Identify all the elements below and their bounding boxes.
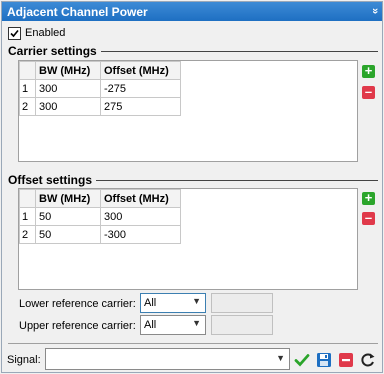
enabled-checkbox-row[interactable]: Enabled [8, 26, 65, 40]
offset-section-divider [94, 180, 378, 181]
upper-reference-field [211, 315, 273, 335]
row-index: 1 [19, 79, 36, 98]
table-row[interactable]: 2 50 -300 [19, 225, 181, 244]
lower-reference-label: Lower reference carrier: [19, 298, 136, 310]
table-row[interactable]: 1 50 300 [19, 207, 181, 226]
offset-table: BW (MHz) Offset (MHz) 1 50 300 2 50 -300 [19, 189, 181, 244]
table-row[interactable]: 2 300 275 [19, 97, 181, 116]
row-index: 2 [19, 97, 36, 116]
lower-reference-field [211, 293, 273, 313]
refresh-icon[interactable] [360, 352, 376, 368]
offset-grid[interactable]: BW (MHz) Offset (MHz) 1 50 300 2 50 -300 [18, 188, 358, 290]
upper-reference-label: Upper reference carrier: [19, 320, 136, 332]
carrier-section-divider [92, 51, 378, 52]
bw-cell[interactable]: 50 [35, 207, 101, 226]
enabled-label: Enabled [25, 27, 66, 39]
corner-cell [19, 61, 36, 80]
remove-carrier-button[interactable]: – [362, 85, 375, 99]
bw-cell[interactable]: 300 [35, 97, 101, 116]
offset-cell[interactable]: 275 [100, 97, 181, 116]
column-header-bw[interactable]: BW (MHz) [35, 189, 101, 208]
upper-reference-select[interactable]: All ▼ [140, 315, 206, 335]
delete-icon[interactable] [338, 352, 354, 368]
offset-section-title: Offset settings [8, 173, 97, 187]
bottom-divider [8, 343, 378, 344]
confirm-check-icon[interactable] [294, 352, 310, 368]
bw-cell[interactable]: 50 [35, 225, 101, 244]
offset-header-row: BW (MHz) Offset (MHz) [19, 189, 181, 208]
carrier-grid[interactable]: BW (MHz) Offset (MHz) 1 300 -275 2 300 2… [18, 60, 358, 162]
panel-title: Adjacent Channel Power [7, 5, 148, 19]
carrier-table: BW (MHz) Offset (MHz) 1 300 -275 2 300 2… [19, 61, 181, 116]
collapse-icon[interactable]: » [369, 8, 381, 12]
corner-cell [19, 189, 36, 208]
chevron-down-icon: ▼ [276, 353, 285, 363]
offset-cell[interactable]: -300 [100, 225, 181, 244]
offset-cell[interactable]: 300 [100, 207, 181, 226]
chevron-down-icon: ▼ [192, 296, 201, 306]
signal-select[interactable]: ▼ [45, 348, 290, 370]
column-header-bw[interactable]: BW (MHz) [35, 61, 101, 80]
offset-cell[interactable]: -275 [100, 79, 181, 98]
row-index: 2 [19, 225, 36, 244]
signal-label: Signal: [7, 354, 41, 366]
column-header-offset[interactable]: Offset (MHz) [100, 61, 181, 80]
lower-reference-select[interactable]: All ▼ [140, 293, 206, 313]
table-row[interactable]: 1 300 -275 [19, 79, 181, 98]
chevron-down-icon: ▼ [192, 318, 201, 328]
acp-panel: Adjacent Channel Power » Enabled Carrier… [1, 1, 383, 373]
carrier-header-row: BW (MHz) Offset (MHz) [19, 61, 181, 80]
save-icon[interactable] [316, 352, 332, 368]
lower-reference-value: All [144, 297, 157, 309]
carrier-section-title: Carrier settings [8, 44, 101, 58]
enabled-checkbox[interactable] [8, 26, 21, 40]
add-carrier-button[interactable]: + [362, 64, 375, 78]
panel-title-bar: Adjacent Channel Power » [2, 2, 382, 21]
upper-reference-value: All [144, 319, 157, 331]
bw-cell[interactable]: 300 [35, 79, 101, 98]
check-icon [10, 29, 19, 37]
row-index: 1 [19, 207, 36, 226]
column-header-offset[interactable]: Offset (MHz) [100, 189, 181, 208]
remove-offset-button[interactable]: – [362, 211, 375, 225]
add-offset-button[interactable]: + [362, 191, 375, 205]
